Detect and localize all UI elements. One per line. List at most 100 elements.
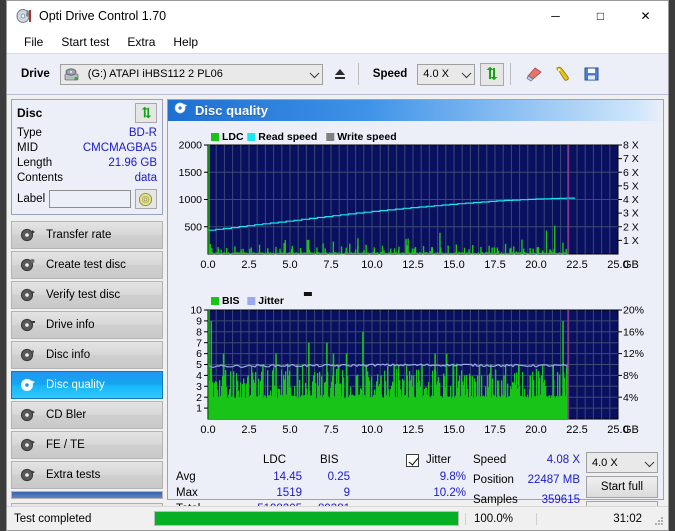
chart-bis-jitter-svg: BIS Jitter 12345678910 4% 8% 12% 16% 20% 0.0 2.5 5… [190,292,644,436]
svg-text:6: 6 [196,348,202,360]
svg-text:5.0: 5.0 [282,424,297,436]
main-panel: Disc quality LDC Read speed Write speed 500… [167,99,664,523]
disc-row-length-value: 21.96 GB [108,157,157,169]
speed-select-value: 4.0 X [423,68,449,80]
sidebar-item-create-test-disc[interactable]: Create test disc [11,251,163,279]
svg-text:3 X: 3 X [623,208,639,220]
sidebar-item-disc-quality[interactable]: Disc quality [11,371,163,399]
disc-row-mid-key: MID [17,142,39,154]
sidebar-item-disc-info[interactable]: Disc info [11,341,163,369]
maximize-button[interactable]: □ [578,1,623,31]
wrench-icon [556,66,570,81]
disc-label-input[interactable] [49,190,132,208]
svg-text:5.0: 5.0 [282,259,297,271]
svg-text:15.0: 15.0 [443,424,464,436]
menu-extra[interactable]: Extra [118,33,164,51]
sidebar: Disc Type BD-R MID CMCMAGBA5 Length 21.9… [7,95,167,527]
drive-select[interactable]: (G:) ATAPI iHBS112 2 PL06 [59,63,323,85]
erase-button[interactable] [522,63,546,86]
toolbar: Drive (G:) ATAPI iHBS112 2 PL06 Speed 4.… [7,54,668,95]
svg-text:12%: 12% [623,348,644,360]
disc-label-row: Label [17,189,157,209]
svg-text:2000: 2000 [179,140,203,152]
svg-text:10: 10 [190,305,202,317]
stats-header-ldc: LDC [263,454,287,466]
menu-help[interactable]: Help [164,33,207,51]
page-title: Disc quality [195,103,268,118]
sidebar-item-drive-info[interactable]: Drive info [11,311,163,339]
disc-refresh-button[interactable] [135,103,157,123]
svg-text:LDC: LDC [222,131,244,143]
svg-text:0.0: 0.0 [200,259,215,271]
status-message: Test completed [14,512,92,525]
settings-button[interactable] [551,63,575,86]
body: Disc Type BD-R MID CMCMAGBA5 Length 21.9… [7,95,668,527]
svg-text:4: 4 [196,370,202,382]
sidebar-item-verify-test-disc[interactable]: Verify test disc [11,281,163,309]
svg-text:2: 2 [196,392,202,404]
svg-text:Read speed: Read speed [258,131,317,143]
sidebar-item-transfer-rate[interactable]: Transfer rate [11,221,163,249]
svg-text:8: 8 [196,326,202,338]
sidebar-item-label: Disc quality [46,379,105,391]
progress-bar-fill [155,512,458,525]
disc-detail-icon [20,347,42,363]
sidebar-item-label: Drive info [46,319,95,331]
disc-quality-icon [20,377,42,393]
toolbar-separator-1 [357,63,359,85]
speed-select[interactable]: 4.0 X [417,63,476,85]
drive-label: Drive [21,68,50,80]
jitter-checkbox[interactable] [406,454,419,467]
minimize-button[interactable]: ─ [533,1,578,31]
drive-icon [64,67,79,82]
svg-text:7.5: 7.5 [323,424,338,436]
sidebar-item-cd-bler[interactable]: CD Bler [11,401,163,429]
sidebar-item-fe-te[interactable]: FE / TE [11,431,163,459]
disc-row-contents-key: Contents [17,172,64,184]
speed-label: Speed [372,68,408,80]
eraser-icon [526,67,542,82]
disc-label-key: Label [17,193,46,205]
title-bar: Opti Drive Control 1.70 ─ □ ✕ [7,1,668,31]
svg-text:17.5: 17.5 [484,259,505,271]
sidebar-item-label: Verify test disc [46,289,121,301]
disc-load-button[interactable] [134,189,157,209]
start-full-button[interactable]: Start full [586,476,658,498]
svg-text:16%: 16% [623,326,644,338]
stats-speed-label: Speed [473,454,507,466]
save-button[interactable] [580,63,604,86]
svg-text:GB: GB [623,424,639,436]
nav-accent-bar [11,491,163,499]
stats-position-label: Position [473,474,514,486]
svg-text:500: 500 [184,221,202,233]
stats-max-bis: 9 [343,487,350,499]
app-window: Opti Drive Control 1.70 ─ □ ✕ File Start… [6,0,669,531]
sidebar-item-extra-tests[interactable]: Extra tests [11,461,163,489]
disc-extra-icon [20,467,42,483]
close-button[interactable]: ✕ [623,1,668,31]
disc-row-mid: MID CMCMAGBA5 [17,141,157,156]
disc-row-length-key: Length [17,157,53,169]
svg-text:6 X: 6 X [623,167,639,179]
svg-text:1: 1 [196,403,202,415]
resize-grip[interactable] [653,515,665,527]
menu-file[interactable]: File [15,33,52,51]
svg-text:8 X: 8 X [623,140,639,152]
svg-text:15.0: 15.0 [443,259,464,271]
svg-text:9: 9 [196,316,202,328]
svg-text:0.0: 0.0 [200,424,215,436]
app-icon [16,8,32,24]
svg-text:Jitter: Jitter [258,295,284,307]
refresh-button[interactable] [480,62,505,86]
disc-row-contents-value: data [134,172,157,184]
stats-max-jitter: 10.2% [433,487,466,499]
disc-panel: Disc Type BD-R MID CMCMAGBA5 Length 21.9… [11,99,163,215]
svg-text:20%: 20% [623,305,644,317]
test-speed-select[interactable]: 4.0 X [586,452,658,473]
menu-start-test[interactable]: Start test [52,33,118,51]
svg-text:8%: 8% [623,370,638,382]
disc-panel-header: Disc [17,103,157,123]
eject-button[interactable] [328,63,352,86]
chevron-down-icon [461,68,472,79]
svg-text:2 X: 2 X [623,221,639,233]
